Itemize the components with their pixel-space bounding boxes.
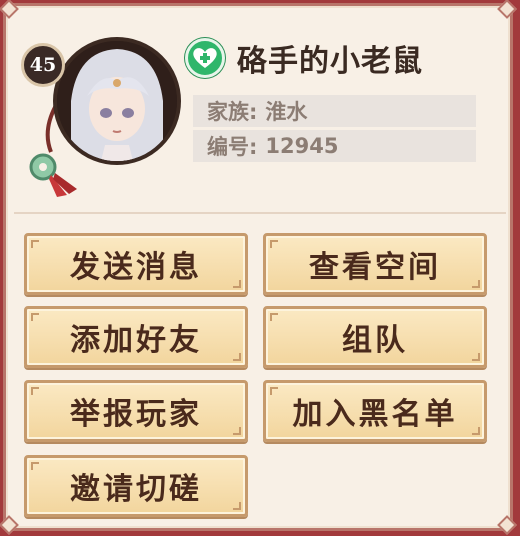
player-id-info: 编号: 12945 (193, 130, 476, 162)
invite-spar-button[interactable]: 邀请切磋 (24, 455, 248, 517)
report-player-button[interactable]: 举报玩家 (24, 380, 248, 442)
avatar[interactable] (53, 37, 181, 165)
player-id-value: 12945 (265, 134, 339, 158)
add-friend-button[interactable]: 添加好友 (24, 306, 248, 368)
send-message-button[interactable]: 发送消息 (24, 233, 248, 295)
panel-corner-ornament (497, 515, 517, 535)
family-value: 淮水 (265, 100, 308, 124)
level-badge: 45 (21, 43, 65, 87)
player-id-label: 编号: (207, 135, 258, 159)
add-blacklist-button[interactable]: 加入黑名单 (263, 380, 487, 442)
view-space-button[interactable]: 查看空间 (263, 233, 487, 295)
player-name-row: 硌手的小老鼠 (185, 36, 423, 80)
player-avatar-area: 45 (21, 37, 191, 197)
panel-corner-ornament (497, 0, 517, 19)
team-up-button[interactable]: 组队 (263, 306, 487, 368)
family-label: 家族: (207, 100, 258, 124)
panel-corner-ornament (0, 515, 19, 535)
avatar-portrait (57, 41, 177, 161)
panel-corner-ornament (0, 0, 19, 19)
family-info: 家族: 淮水 (193, 95, 476, 127)
heart-plus-icon (185, 38, 225, 78)
player-name: 硌手的小老鼠 (237, 44, 423, 79)
divider (14, 212, 506, 214)
